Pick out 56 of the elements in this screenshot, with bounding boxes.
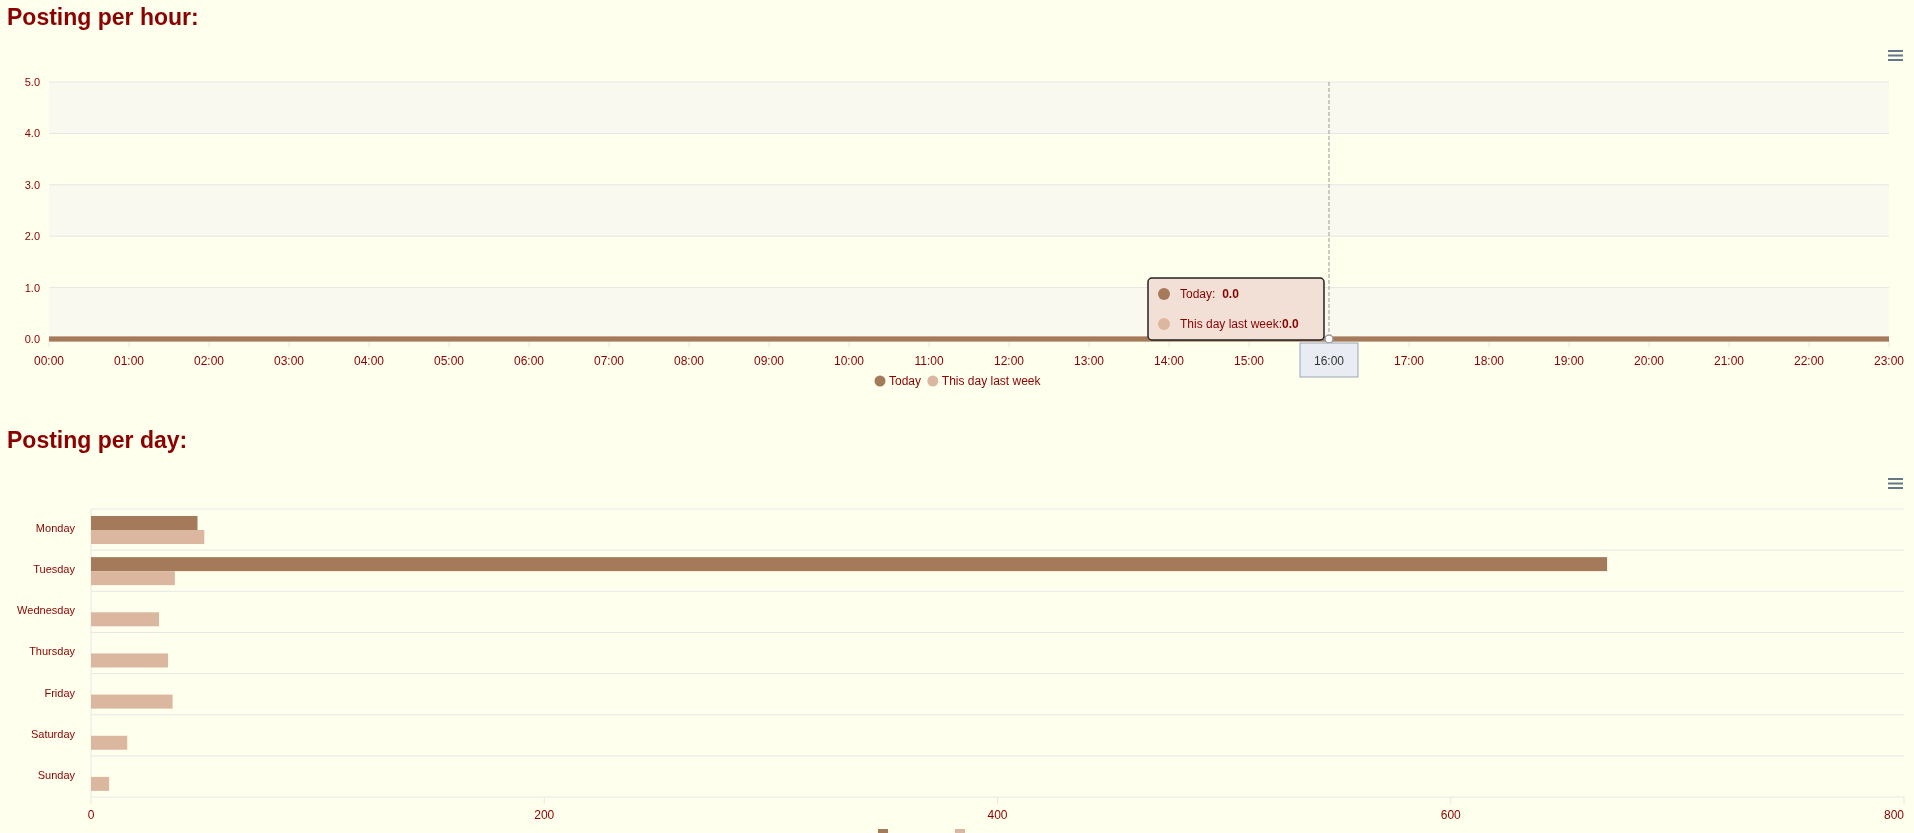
label-background [1299, 342, 1359, 378]
axis-label: 23:00 [1874, 354, 1904, 368]
axis-label: Saturday [30, 727, 75, 740]
axis-label: 0 [87, 808, 95, 823]
menu-icon[interactable] [1888, 478, 1903, 489]
axis-label: 14:00 [1154, 354, 1184, 368]
axis-label: 01:00 [114, 354, 144, 368]
legend-marker[interactable] [878, 829, 888, 833]
tooltip: Today: 0.0 This day last week:0.0 [1147, 277, 1325, 341]
axis-label: 0.0 [24, 333, 40, 345]
axis-label: 02:00 [194, 354, 224, 368]
legend-label: Today [889, 374, 922, 388]
axis-label: 4.0 [24, 127, 40, 140]
axis-label: 20:00 [1634, 354, 1664, 368]
axis-label: 600 [1440, 808, 1461, 823]
axis-label: 21:00 [1714, 354, 1744, 368]
axis-label: Sunday [37, 768, 75, 781]
axis-label: 18:00 [1474, 354, 1504, 368]
bar [91, 776, 110, 791]
hover-axis-label: 16:00 [1314, 354, 1344, 368]
axis-label: 06:00 [514, 354, 544, 368]
bar [91, 735, 128, 750]
axis-label: 00:00 [34, 354, 64, 368]
axis-label: 12:00 [994, 354, 1024, 368]
axis-label: 19:00 [1554, 354, 1584, 368]
axis-label: 15:00 [1234, 354, 1264, 368]
menu-icon[interactable] [1888, 50, 1903, 61]
axis-label: Tuesday [33, 563, 75, 576]
axis-label: Wednesday [17, 604, 75, 617]
axis-label: Monday [35, 522, 75, 534]
axis-label: 10:00 [834, 354, 864, 368]
axis-label: 11:00 [914, 354, 944, 368]
legend-marker[interactable] [955, 829, 965, 833]
chart-title: Posting per hour: [7, 5, 199, 29]
legend-item[interactable]: Today [874, 374, 922, 388]
legend-item[interactable]: This day last week [927, 374, 1041, 388]
axis-label: 1.0 [24, 281, 40, 294]
axis-label: 03:00 [274, 354, 304, 368]
axis-label: 400 [987, 808, 1008, 823]
bar [91, 612, 159, 627]
axis-label: Friday [44, 686, 75, 699]
chart-title: Posting per day: [7, 429, 188, 452]
axis-label: 04:00 [354, 354, 384, 368]
axis-label: 09:00 [754, 354, 784, 368]
axis-label: 5.0 [24, 76, 40, 88]
axis-label: 07:00 [594, 354, 624, 368]
axis-label: 800 [1883, 808, 1904, 823]
axis-label: 05:00 [434, 354, 464, 368]
axis-label: 17:00 [1394, 354, 1424, 368]
axis-label: 200 [534, 808, 555, 823]
axis-label: 2.0 [24, 230, 40, 243]
axis-label: 22:00 [1794, 354, 1824, 368]
axis-label: 13:00 [1074, 354, 1104, 368]
axis-label: 3.0 [24, 178, 40, 191]
axis-label: 08:00 [674, 354, 704, 368]
axis-label: Thursday [29, 645, 75, 658]
